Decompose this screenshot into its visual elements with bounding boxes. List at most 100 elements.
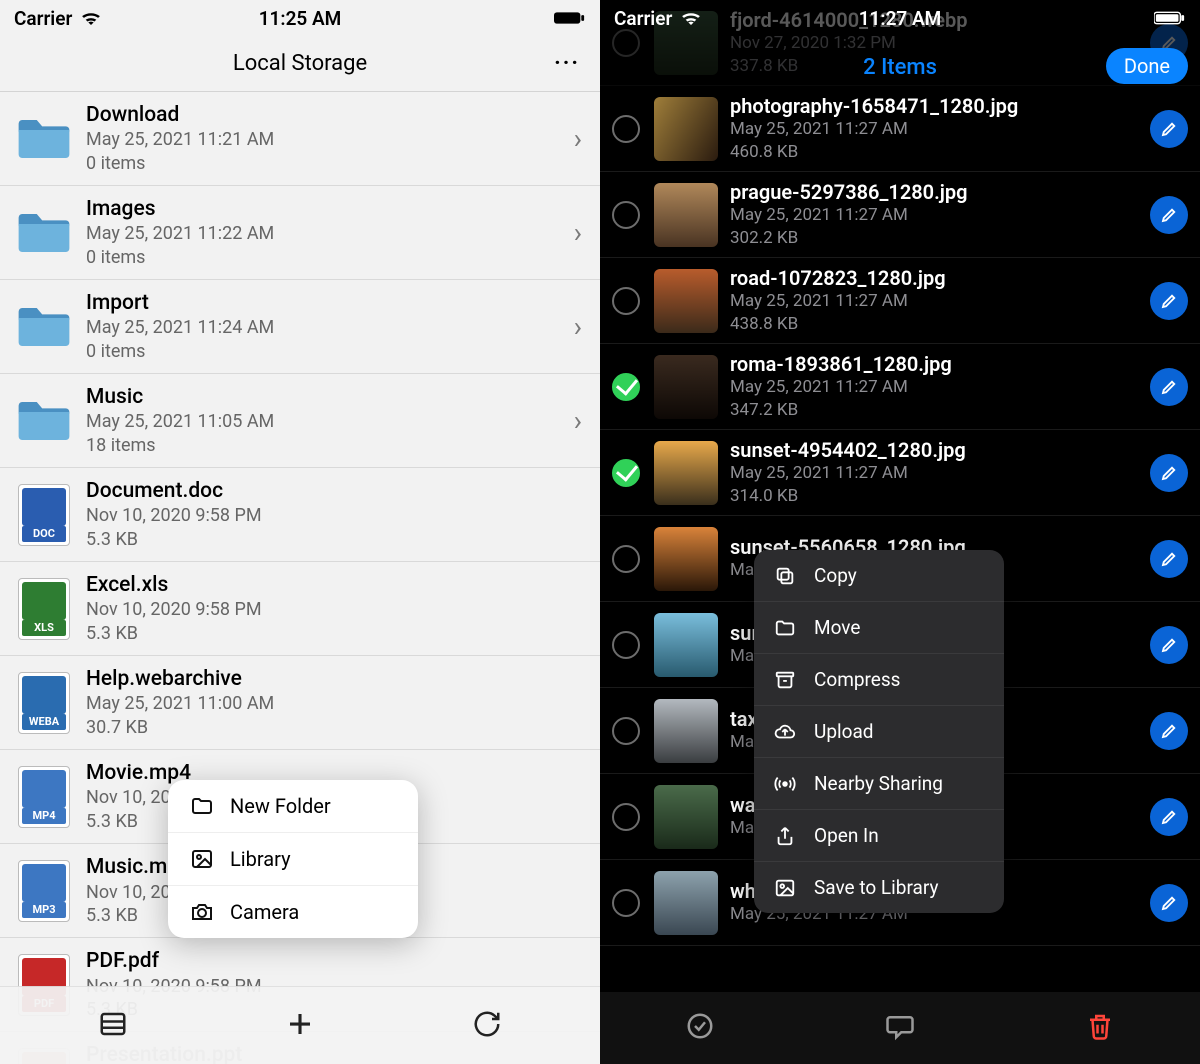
select-checkbox[interactable] bbox=[612, 545, 640, 573]
menu-library[interactable]: Library bbox=[168, 833, 418, 886]
menu-compress[interactable]: Compress bbox=[754, 654, 1004, 706]
menu-nearby[interactable]: Nearby Sharing bbox=[754, 758, 1004, 810]
menu-label: New Folder bbox=[230, 794, 331, 818]
folder-row[interactable]: DownloadMay 25, 2021 11:21 AM0 items› bbox=[0, 92, 600, 186]
item-name: sunset-4954402_1280.jpg bbox=[730, 438, 1142, 462]
menu-label: Open In bbox=[814, 824, 879, 847]
select-checkbox[interactable] bbox=[612, 889, 640, 917]
menu-label: Nearby Sharing bbox=[814, 772, 943, 795]
image-row[interactable]: road-1072823_1280.jpgMay 25, 2021 11:27 … bbox=[600, 258, 1200, 344]
message-button[interactable] bbox=[885, 1011, 915, 1045]
item-date: May 25, 2021 11:27 AM bbox=[730, 290, 1142, 312]
menu-label: Move bbox=[814, 616, 860, 639]
edit-button[interactable] bbox=[1150, 626, 1188, 664]
item-name: photography-1658471_1280.jpg bbox=[730, 94, 1142, 118]
selection-header: 2 Items Done bbox=[600, 36, 1200, 98]
carrier-label: Carrier bbox=[614, 7, 672, 30]
folder-row[interactable]: ImagesMay 25, 2021 11:22 AM0 items› bbox=[0, 186, 600, 280]
bottom-toolbar bbox=[0, 986, 600, 1064]
select-checkbox[interactable] bbox=[612, 287, 640, 315]
item-count: 0 items bbox=[86, 152, 568, 175]
status-bar: Carrier 11:25 AM bbox=[0, 0, 600, 36]
add-button[interactable] bbox=[285, 1009, 315, 1043]
cloud-upload-icon bbox=[774, 721, 796, 743]
item-size: 438.8 KB bbox=[730, 313, 1142, 335]
item-date: May 25, 2021 11:05 AM bbox=[86, 410, 568, 433]
file-type-icon: XLS bbox=[12, 577, 76, 641]
menu-save-library[interactable]: Save to Library bbox=[754, 862, 1004, 913]
phone-right: fjord-4614000_1280.webpNov 27, 2020 1:32… bbox=[600, 0, 1200, 1064]
image-row[interactable]: sunset-4954402_1280.jpgMay 25, 2021 11:2… bbox=[600, 430, 1200, 516]
more-button[interactable]: ··· bbox=[554, 51, 580, 76]
camera-icon bbox=[190, 900, 214, 924]
image-row[interactable]: prague-5297386_1280.jpgMay 25, 2021 11:2… bbox=[600, 172, 1200, 258]
folder-icon bbox=[12, 107, 76, 171]
menu-new-folder[interactable]: New Folder bbox=[168, 780, 418, 833]
item-size: 5.3 KB bbox=[86, 528, 588, 551]
thumbnail bbox=[654, 699, 718, 763]
menu-upload[interactable]: Upload bbox=[754, 706, 1004, 758]
item-count: 0 items bbox=[86, 340, 568, 363]
list-view-button[interactable] bbox=[98, 1009, 128, 1043]
folder-icon bbox=[774, 617, 796, 639]
image-row[interactable]: roma-1893861_1280.jpgMay 25, 2021 11:27 … bbox=[600, 344, 1200, 430]
item-name: Help.webarchive bbox=[86, 666, 588, 692]
status-bar: Carrier 11:27 AM bbox=[600, 0, 1200, 36]
menu-label: Upload bbox=[814, 720, 874, 743]
item-date: May 25, 2021 11:27 AM bbox=[730, 462, 1142, 484]
edit-button[interactable] bbox=[1150, 798, 1188, 836]
sync-button[interactable] bbox=[472, 1009, 502, 1043]
select-checkbox[interactable] bbox=[612, 115, 640, 143]
done-button[interactable]: Done bbox=[1106, 48, 1188, 84]
item-date: May 25, 2021 11:27 AM bbox=[730, 204, 1142, 226]
item-count: 18 items bbox=[86, 434, 568, 457]
item-date: May 25, 2021 11:27 AM bbox=[730, 118, 1142, 140]
folder-icon bbox=[12, 295, 76, 359]
item-name: Download bbox=[86, 102, 568, 128]
edit-button[interactable] bbox=[1150, 368, 1188, 406]
thumbnail bbox=[654, 355, 718, 419]
edit-button[interactable] bbox=[1150, 884, 1188, 922]
page-title: Local Storage bbox=[233, 51, 367, 76]
item-date: May 25, 2021 11:27 AM bbox=[730, 376, 1142, 398]
menu-move[interactable]: Move bbox=[754, 602, 1004, 654]
file-row[interactable]: WEBAHelp.webarchiveMay 25, 2021 11:00 AM… bbox=[0, 656, 600, 750]
edit-button[interactable] bbox=[1150, 454, 1188, 492]
select-checkbox[interactable] bbox=[612, 201, 640, 229]
menu-label: Save to Library bbox=[814, 876, 938, 899]
item-name: Music bbox=[86, 384, 568, 410]
file-row[interactable]: DOCDocument.docNov 10, 2020 9:58 PM5.3 K… bbox=[0, 468, 600, 562]
edit-button[interactable] bbox=[1150, 282, 1188, 320]
folder-row[interactable]: ImportMay 25, 2021 11:24 AM0 items› bbox=[0, 280, 600, 374]
file-row[interactable]: XLSExcel.xlsNov 10, 2020 9:58 PM5.3 KB bbox=[0, 562, 600, 656]
wifi-icon bbox=[80, 7, 102, 30]
file-type-icon: WEBA bbox=[12, 671, 76, 735]
item-date: Nov 10, 2020 9:58 PM bbox=[86, 598, 588, 621]
phone-left: Carrier 11:25 AM Local Storage ··· Downl… bbox=[0, 0, 600, 1064]
item-name: Document.doc bbox=[86, 478, 588, 504]
thumbnail bbox=[654, 871, 718, 935]
menu-copy[interactable]: Copy bbox=[754, 550, 1004, 602]
image-row[interactable]: photography-1658471_1280.jpgMay 25, 2021… bbox=[600, 86, 1200, 172]
menu-open-in[interactable]: Open In bbox=[754, 810, 1004, 862]
item-name: Excel.xls bbox=[86, 572, 588, 598]
folder-icon bbox=[190, 794, 214, 818]
edit-button[interactable] bbox=[1150, 540, 1188, 578]
select-checkbox[interactable] bbox=[612, 631, 640, 659]
edit-button[interactable] bbox=[1150, 196, 1188, 234]
add-menu: New Folder Library Camera bbox=[168, 780, 418, 938]
edit-button[interactable] bbox=[1150, 110, 1188, 148]
select-checkbox[interactable] bbox=[612, 459, 640, 487]
select-checkbox[interactable] bbox=[612, 373, 640, 401]
folder-icon bbox=[12, 389, 76, 453]
select-checkbox[interactable] bbox=[612, 803, 640, 831]
wifi-icon bbox=[680, 7, 702, 30]
folder-row[interactable]: MusicMay 25, 2021 11:05 AM18 items› bbox=[0, 374, 600, 468]
delete-button[interactable] bbox=[1085, 1011, 1115, 1045]
folder-icon bbox=[12, 201, 76, 265]
menu-camera[interactable]: Camera bbox=[168, 886, 418, 938]
select-all-button[interactable] bbox=[685, 1011, 715, 1045]
menu-label: Camera bbox=[230, 900, 299, 924]
select-checkbox[interactable] bbox=[612, 717, 640, 745]
edit-button[interactable] bbox=[1150, 712, 1188, 750]
